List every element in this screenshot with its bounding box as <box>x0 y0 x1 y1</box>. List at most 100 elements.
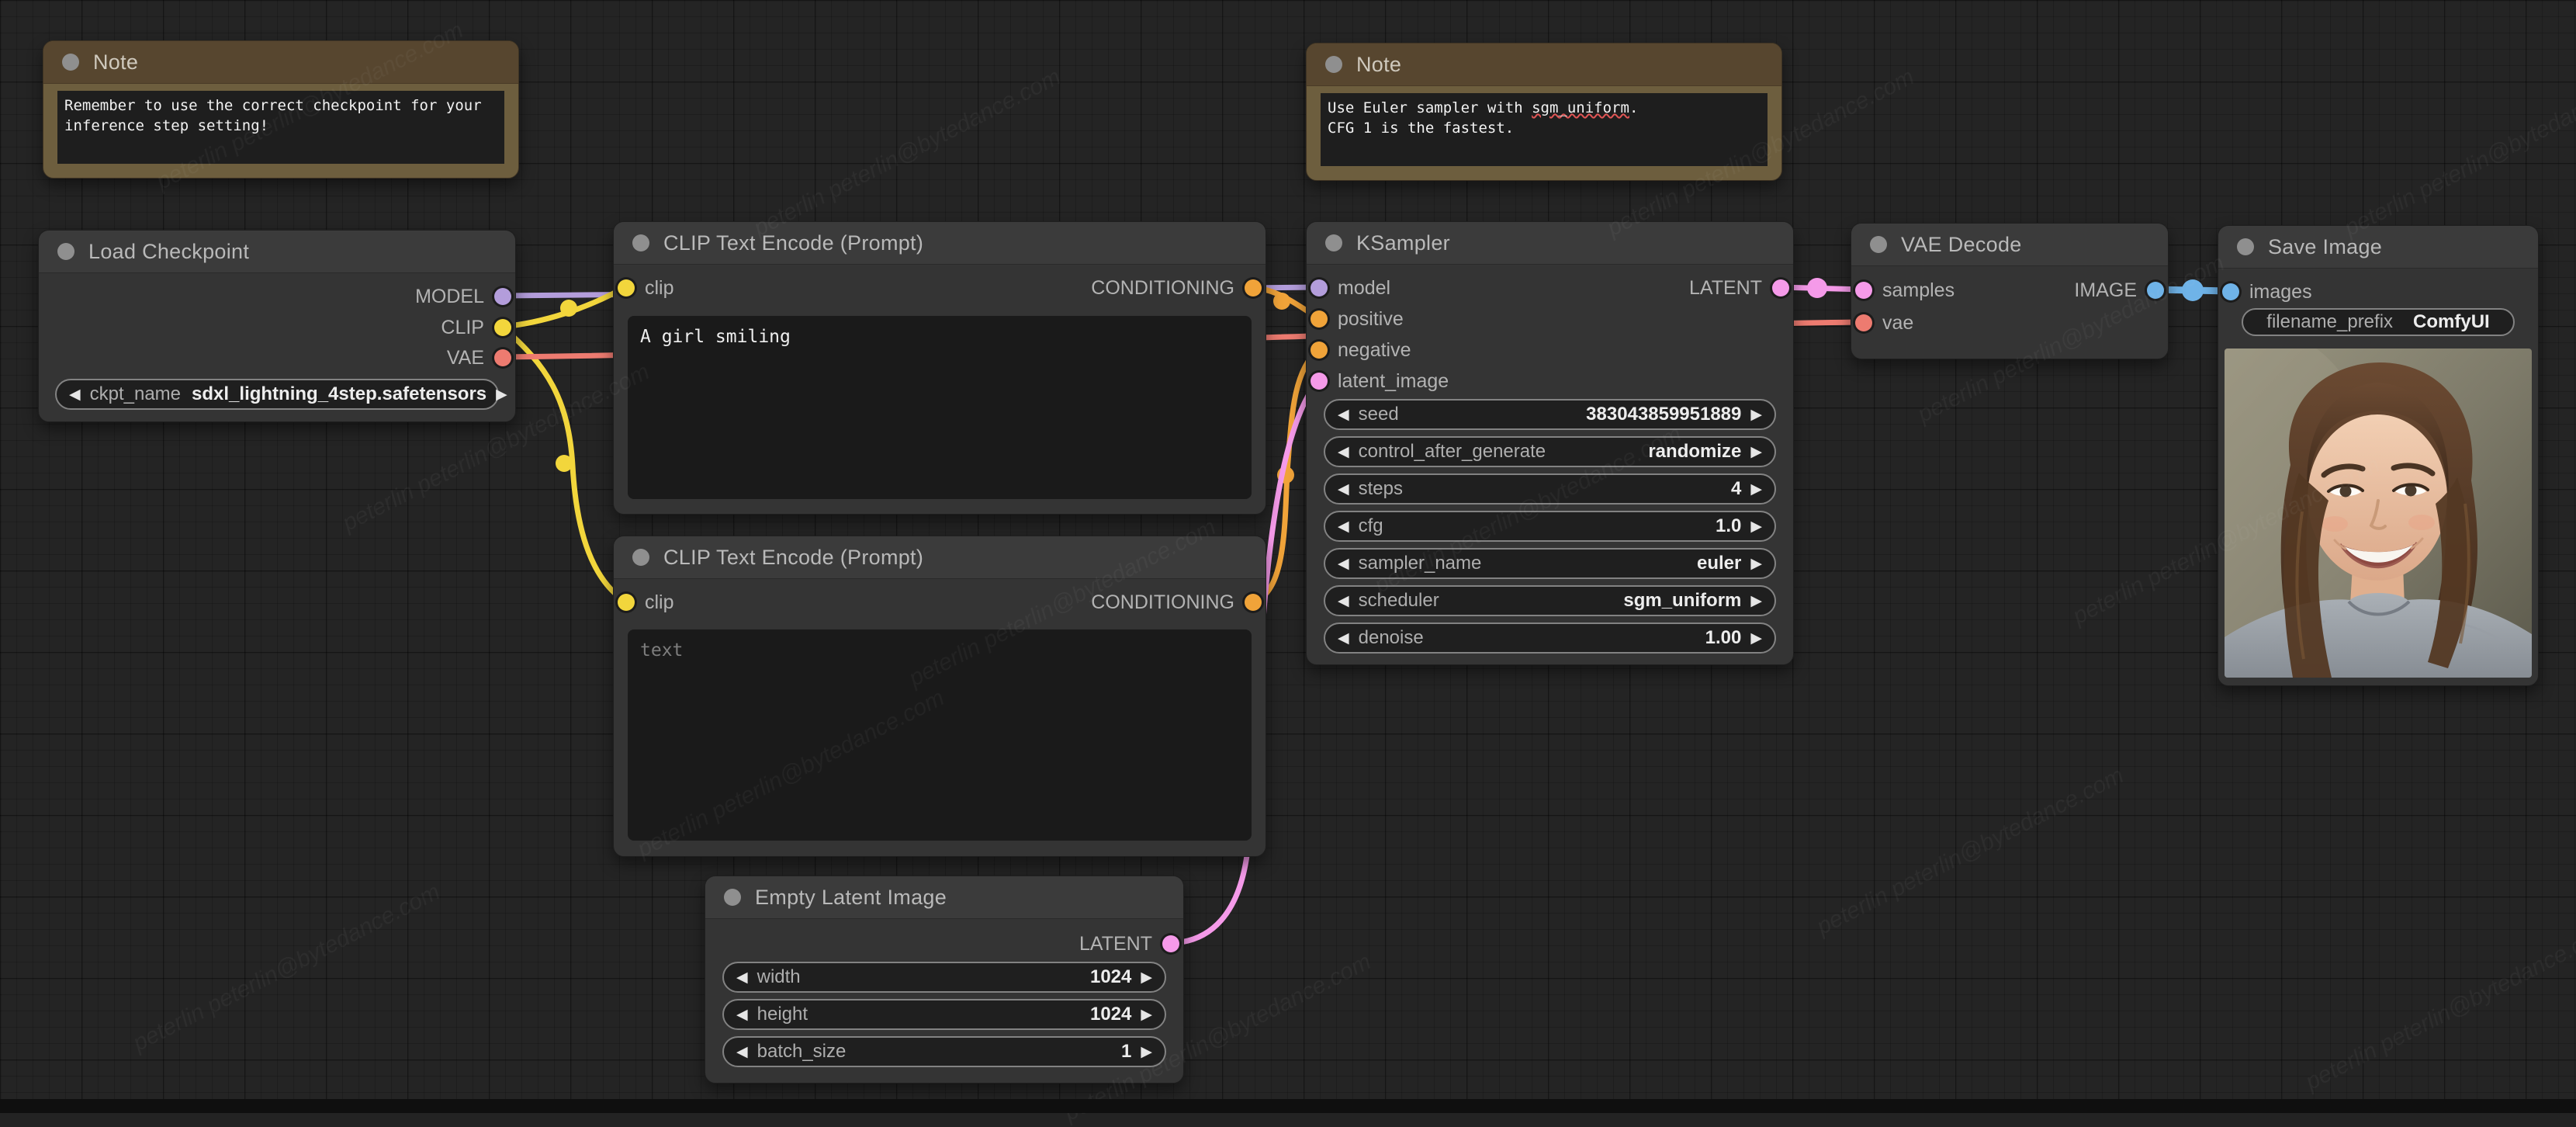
control-after-generate-widget[interactable]: ◀ control_after_generate randomize ▶ <box>1324 436 1776 467</box>
collapse-dot-icon[interactable] <box>1325 234 1342 251</box>
collapse-dot-icon[interactable] <box>632 549 649 566</box>
load-checkpoint-titlebar[interactable]: Load Checkpoint <box>39 231 515 273</box>
ksampler-titlebar[interactable]: KSampler <box>1307 222 1793 265</box>
output-slot-conditioning[interactable]: CONDITIONING <box>1091 591 1262 614</box>
generated-image-preview[interactable] <box>2225 349 2532 678</box>
decrement-arrow-icon[interactable]: ◀ <box>736 1045 748 1059</box>
vae-output-dot[interactable] <box>494 349 511 366</box>
note-node-1[interactable]: Note Remember to use the correct checkpo… <box>43 40 519 179</box>
height-widget[interactable]: ◀ height 1024 ▶ <box>722 999 1166 1030</box>
input-slot-clip[interactable]: clip <box>618 591 674 614</box>
note-text[interactable]: Use Euler sampler with sgm_uniform. CFG … <box>1321 93 1768 166</box>
sampler-name-widget[interactable]: ◀ sampler_name euler ▶ <box>1324 548 1776 579</box>
output-slot-conditioning[interactable]: CONDITIONING <box>1091 276 1262 300</box>
note-text[interactable]: Remember to use the correct checkpoint f… <box>57 91 504 164</box>
model-input-dot[interactable] <box>1311 279 1328 296</box>
latent-output-dot[interactable] <box>1772 279 1789 296</box>
increment-arrow-icon[interactable]: ▶ <box>1750 519 1762 534</box>
note-2-titlebar[interactable]: Note <box>1307 43 1781 86</box>
decrement-arrow-icon[interactable]: ◀ <box>1338 407 1349 422</box>
link-dot-clip-bottom[interactable] <box>556 455 573 472</box>
output-slot-vae[interactable]: VAE <box>447 346 511 369</box>
input-slot-samples[interactable]: samples <box>1855 279 1955 302</box>
collapse-dot-icon[interactable] <box>57 243 74 260</box>
decrement-arrow-icon[interactable]: ◀ <box>1338 519 1349 534</box>
link-dot-positive[interactable] <box>1273 293 1290 310</box>
width-widget[interactable]: ◀ width 1024 ▶ <box>722 962 1166 993</box>
decrement-arrow-icon[interactable]: ◀ <box>736 970 748 985</box>
decrement-arrow-icon[interactable]: ◀ <box>1338 482 1349 497</box>
increment-arrow-icon[interactable]: ▶ <box>1750 557 1762 571</box>
decrement-arrow-icon[interactable]: ◀ <box>1338 557 1349 571</box>
steps-widget[interactable]: ◀ steps 4 ▶ <box>1324 473 1776 505</box>
output-slot-image[interactable]: IMAGE <box>2074 279 2164 302</box>
collapse-dot-icon[interactable] <box>724 889 741 906</box>
link-dot-image[interactable] <box>2182 279 2204 301</box>
increment-arrow-icon[interactable]: ▶ <box>1750 445 1762 459</box>
model-output-dot[interactable] <box>494 288 511 305</box>
decrement-arrow-icon[interactable]: ◀ <box>69 387 81 402</box>
empty-latent-image-node[interactable]: Empty Latent Image LATENT ◀ width 1024 ▶… <box>705 876 1184 1084</box>
output-slot-latent[interactable]: LATENT <box>1079 932 1179 955</box>
latent-image-input-dot[interactable] <box>1311 373 1328 390</box>
increment-arrow-icon[interactable]: ▶ <box>1750 594 1762 609</box>
prompt-textarea-placeholder[interactable]: text <box>628 629 1252 841</box>
output-slot-model[interactable]: MODEL <box>415 285 511 308</box>
image-output-dot[interactable] <box>2147 282 2164 299</box>
increment-arrow-icon[interactable]: ▶ <box>1750 482 1762 497</box>
ksampler-node[interactable]: KSampler model positive negative latent_… <box>1306 221 1794 665</box>
input-slot-model[interactable]: model <box>1311 276 1390 300</box>
denoise-widget[interactable]: ◀ denoise 1.00 ▶ <box>1324 622 1776 654</box>
decrement-arrow-icon[interactable]: ◀ <box>1338 445 1349 459</box>
prompt-textarea[interactable]: A girl smiling <box>628 316 1252 499</box>
negative-input-dot[interactable] <box>1311 342 1328 359</box>
collapse-dot-icon[interactable] <box>1325 56 1342 73</box>
decrement-arrow-icon[interactable]: ◀ <box>1338 631 1349 646</box>
increment-arrow-icon[interactable]: ▶ <box>496 387 507 402</box>
output-slot-clip[interactable]: CLIP <box>441 316 511 339</box>
increment-arrow-icon[interactable]: ▶ <box>1750 631 1762 646</box>
save-image-titlebar[interactable]: Save Image <box>2218 226 2538 269</box>
load-checkpoint-node[interactable]: Load Checkpoint MODEL CLIP VAE ◀ ckpt_na… <box>38 230 516 422</box>
collapse-dot-icon[interactable] <box>1870 236 1887 253</box>
increment-arrow-icon[interactable]: ▶ <box>1141 970 1152 985</box>
increment-arrow-icon[interactable]: ▶ <box>1141 1045 1152 1059</box>
input-slot-images[interactable]: images <box>2222 280 2312 303</box>
seed-widget[interactable]: ◀ seed 383043859951889 ▶ <box>1324 399 1776 430</box>
increment-arrow-icon[interactable]: ▶ <box>1750 407 1762 422</box>
input-slot-clip[interactable]: clip <box>618 276 674 300</box>
output-slot-latent[interactable]: LATENT <box>1689 276 1789 300</box>
note-1-titlebar[interactable]: Note <box>43 41 518 84</box>
collapse-dot-icon[interactable] <box>62 54 79 71</box>
input-slot-vae[interactable]: vae <box>1855 311 1913 335</box>
collapse-dot-icon[interactable] <box>632 234 649 251</box>
link-dot-clip-top[interactable] <box>560 300 577 317</box>
latent-output-dot[interactable] <box>1162 935 1179 952</box>
input-slot-positive[interactable]: positive <box>1311 307 1404 331</box>
clip-input-dot[interactable] <box>618 594 635 611</box>
samples-input-dot[interactable] <box>1855 282 1872 299</box>
images-input-dot[interactable] <box>2222 283 2239 300</box>
conditioning-output-dot[interactable] <box>1245 279 1262 296</box>
clip-input-dot[interactable] <box>618 279 635 296</box>
vae-decode-titlebar[interactable]: VAE Decode <box>1851 224 2168 266</box>
save-image-node[interactable]: Save Image images filename_prefix ComfyU… <box>2218 225 2539 686</box>
collapse-dot-icon[interactable] <box>2237 238 2254 255</box>
cfg-widget[interactable]: ◀ cfg 1.0 ▶ <box>1324 511 1776 542</box>
decrement-arrow-icon[interactable]: ◀ <box>1338 594 1349 609</box>
note-node-2[interactable]: Note Use Euler sampler with sgm_uniform.… <box>1306 43 1782 181</box>
clip-encode-positive-titlebar[interactable]: CLIP Text Encode (Prompt) <box>614 222 1265 265</box>
increment-arrow-icon[interactable]: ▶ <box>1141 1007 1152 1022</box>
vae-decode-node[interactable]: VAE Decode samples vae IMAGE <box>1851 223 2169 359</box>
positive-input-dot[interactable] <box>1311 310 1328 328</box>
ckpt-name-widget[interactable]: ◀ ckpt_name sdxl_lightning_4step.safeten… <box>55 379 507 410</box>
vae-input-dot[interactable] <box>1855 314 1872 331</box>
clip-output-dot[interactable] <box>494 319 511 336</box>
clip-encode-negative-titlebar[interactable]: CLIP Text Encode (Prompt) <box>614 536 1265 579</box>
conditioning-output-dot[interactable] <box>1245 594 1262 611</box>
filename-prefix-widget[interactable]: filename_prefix ComfyUI <box>2242 308 2515 336</box>
clip-text-encode-negative-node[interactable]: CLIP Text Encode (Prompt) clip CONDITION… <box>613 536 1266 857</box>
link-dot-samples[interactable] <box>1807 278 1827 298</box>
input-slot-latent-image[interactable]: latent_image <box>1311 369 1449 393</box>
empty-latent-titlebar[interactable]: Empty Latent Image <box>705 876 1183 919</box>
